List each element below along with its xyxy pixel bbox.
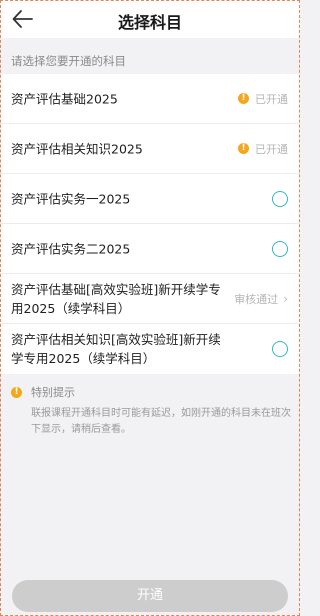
subject-row: 资产评估相关知识2025 ! 已开通 [0,124,300,174]
approved-status[interactable]: 审核通过 › [234,291,288,307]
subject-label: 资产评估基础[高效实验班]新开续学专用2025（续学科目） [11,281,221,316]
section-hint: 请选择您要开通的科目 [11,54,126,68]
subject-label: 资产评估相关知识2025 [11,141,143,156]
subject-list: 资产评估基础2025 ! 已开通 资产评估相关知识2025 ! 已开通 资产评估… [0,74,300,374]
notice-title: 特别提示 [31,386,75,399]
chevron-right-icon: › [283,291,288,306]
opened-status: ! 已开通 [238,141,288,157]
notice-block: ! 特别提示 联报课程开通科目时可能有延迟，如刚开通的科目未在班次下显示，请稍后… [11,384,291,438]
status-text: 审核通过 [234,292,279,306]
warning-icon: ! [238,143,249,154]
subject-label: 资产评估相关知识[高效实验班]新开续学专用2025（续学科目） [11,332,221,366]
subject-row[interactable]: 资产评估实务一2025 [0,174,300,224]
subject-row[interactable]: 资产评估基础[高效实验班]新开续学专用2025（续学科目） 审核通过 › [0,274,300,324]
warning-icon: ! [11,386,22,398]
warning-icon: ! [238,93,249,104]
open-button[interactable]: 开通 [12,580,288,612]
status-text: 已开通 [255,92,288,106]
page-title: 选择科目 [117,13,182,32]
subject-label: 资产评估实务一2025 [11,191,131,206]
subject-row[interactable]: 资产评估实务二2025 [0,224,300,274]
subject-row[interactable]: 资产评估相关知识[高效实验班]新开续学专用2025（续学科目） [0,324,300,374]
subject-radio[interactable] [272,341,288,357]
notice-text: 联报课程开通科目时可能有延迟，如刚开通的科目未在班次下显示，请稍后查看。 [31,408,291,435]
status-text: 已开通 [255,142,288,156]
subject-radio[interactable] [272,190,288,207]
notice-title-row: ! 特别提示 [11,384,291,400]
subject-row: 资产评估基础2025 ! 已开通 [0,74,300,124]
subject-radio[interactable] [272,240,288,257]
top-bar: 选择科目 [0,0,300,38]
subject-label: 资产评估实务二2025 [11,241,131,256]
subject-label: 资产评估基础2025 [11,91,118,106]
opened-status: ! 已开通 [238,91,288,107]
